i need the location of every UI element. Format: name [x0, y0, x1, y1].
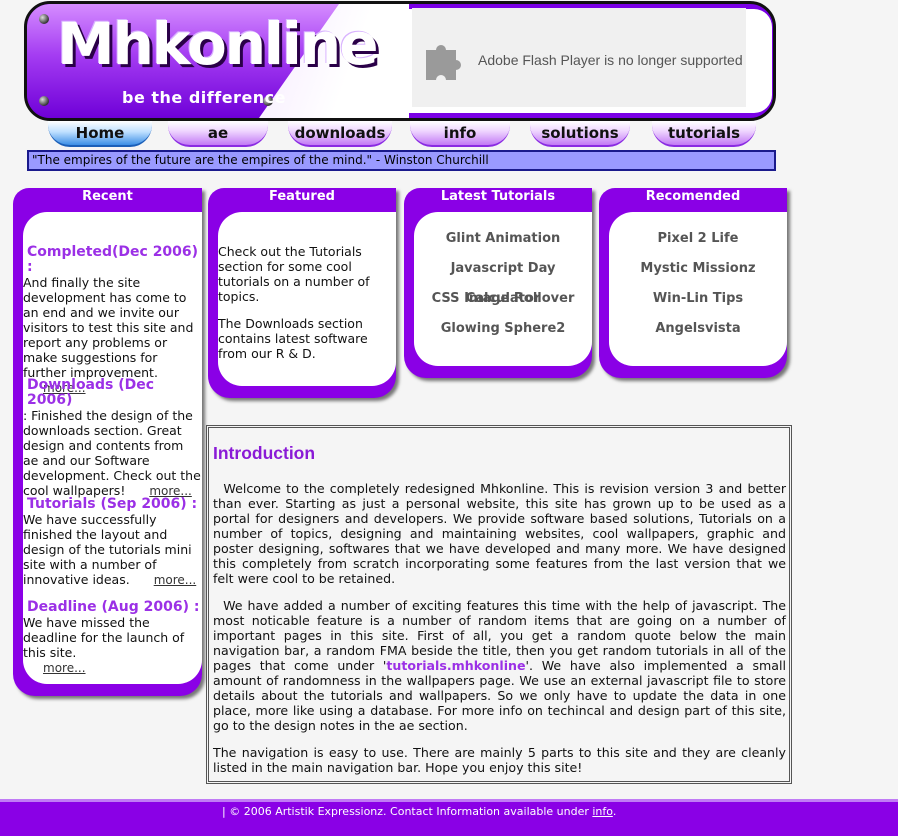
- recommended-link[interactable]: Win-Lin Tips: [609, 284, 787, 314]
- recent-title: Recent: [82, 189, 133, 204]
- screw-icon: [39, 14, 49, 24]
- screw-icon: [39, 96, 49, 106]
- featured-box: Featured Check out the Tutorials section…: [208, 188, 396, 398]
- introduction-panel: Introduction Welcome to the completely r…: [206, 425, 792, 784]
- more-link[interactable]: more...: [43, 661, 86, 675]
- latest-tutorials-content: Glint Animation Javascript Day Calculato…: [414, 212, 592, 366]
- tab-downloads[interactable]: downloads: [288, 121, 392, 147]
- tab-ae[interactable]: ae: [168, 121, 268, 147]
- flash-placeholder: Adobe Flash Player is no longer supporte…: [412, 8, 746, 107]
- flash-unsupported-text: Adobe Flash Player is no longer supporte…: [478, 52, 743, 68]
- recent-item-heading: Tutorials (Sep 2006) :: [27, 496, 198, 512]
- intro-paragraph: The navigation is easy to use. There are…: [213, 745, 786, 775]
- intro-paragraph: We have added a number of exciting featu…: [213, 598, 786, 733]
- site-tagline: be the difference: [122, 88, 287, 107]
- footer-text: | © 2006 Artistik Expressionz. Contact I…: [222, 805, 616, 818]
- recent-item-heading: Deadline (Aug 2006) :: [27, 599, 200, 615]
- featured-paragraph: The Downloads section contains latest so…: [218, 316, 368, 361]
- recent-content: Completed(Dec 2006) : And finally the si…: [23, 212, 202, 684]
- puzzle-plugin-icon: [426, 45, 461, 80]
- footer-stripe: [0, 799, 898, 802]
- footer-period: .: [612, 805, 617, 818]
- recommended-box: Recomended Pixel 2 Life Mystic Missionz …: [599, 188, 787, 378]
- footer-info-link[interactable]: info: [592, 805, 612, 818]
- recent-item-text: We have missed the deadline for the laun…: [23, 615, 185, 660]
- more-link[interactable]: more...: [154, 573, 197, 587]
- featured-paragraph: Check out the Tutorials section for some…: [218, 244, 370, 304]
- recent-box: Recent Completed(Dec 2006) : And finally…: [13, 188, 202, 696]
- tutorial-link[interactable]: Javascript Day Calculator: [414, 254, 592, 306]
- recommended-link[interactable]: Angelsvista: [609, 314, 787, 344]
- tab-tutorials[interactable]: tutorials: [652, 121, 756, 147]
- recommended-link[interactable]: Pixel 2 Life: [609, 224, 787, 254]
- main-navigation: Home ae downloads info solutions tutoria…: [44, 121, 764, 149]
- introduction-heading: Introduction: [213, 443, 316, 463]
- tutorial-link[interactable]: CSS Image Rollover: [414, 284, 592, 314]
- tutorial-link[interactable]: Glowing Sphere2: [414, 314, 592, 344]
- tutorials-site-link[interactable]: tutorials.mhkonline: [386, 658, 525, 673]
- intro-paragraph-text: Welcome to the completely redesigned Mhk…: [213, 481, 786, 586]
- recent-item-heading: Downloads (Dec 2006): [27, 377, 155, 408]
- tutorial-link[interactable]: Glint Animation: [414, 224, 592, 254]
- tab-info[interactable]: info: [410, 121, 510, 147]
- tab-solutions[interactable]: solutions: [530, 121, 630, 147]
- site-footer: | © 2006 Artistik Expressionz. Contact I…: [0, 799, 898, 836]
- intro-paragraph: Welcome to the completely redesigned Mhk…: [213, 481, 786, 586]
- recent-item-text: And finally the site development has com…: [23, 275, 194, 380]
- recent-item-heading: Completed(Dec 2006) :: [27, 244, 199, 275]
- tab-home[interactable]: Home: [48, 121, 152, 147]
- featured-title: Featured: [269, 189, 335, 204]
- featured-content: Check out the Tutorials section for some…: [218, 212, 396, 386]
- recommended-title: Recomended: [645, 189, 741, 204]
- site-logo[interactable]: Mhkonline: [57, 10, 379, 78]
- footer-copyright: | © 2006 Artistik Expressionz. Contact I…: [222, 805, 593, 818]
- latest-tutorials-box: Latest Tutorials Glint Animation Javascr…: [404, 188, 592, 378]
- random-quote-bar: "The empires of the future are the empir…: [27, 150, 776, 171]
- recommended-link[interactable]: Mystic Missionz: [609, 254, 787, 284]
- latest-tutorials-title: Latest Tutorials: [440, 189, 556, 204]
- recommended-content: Pixel 2 Life Mystic Missionz Win-Lin Tip…: [609, 212, 787, 366]
